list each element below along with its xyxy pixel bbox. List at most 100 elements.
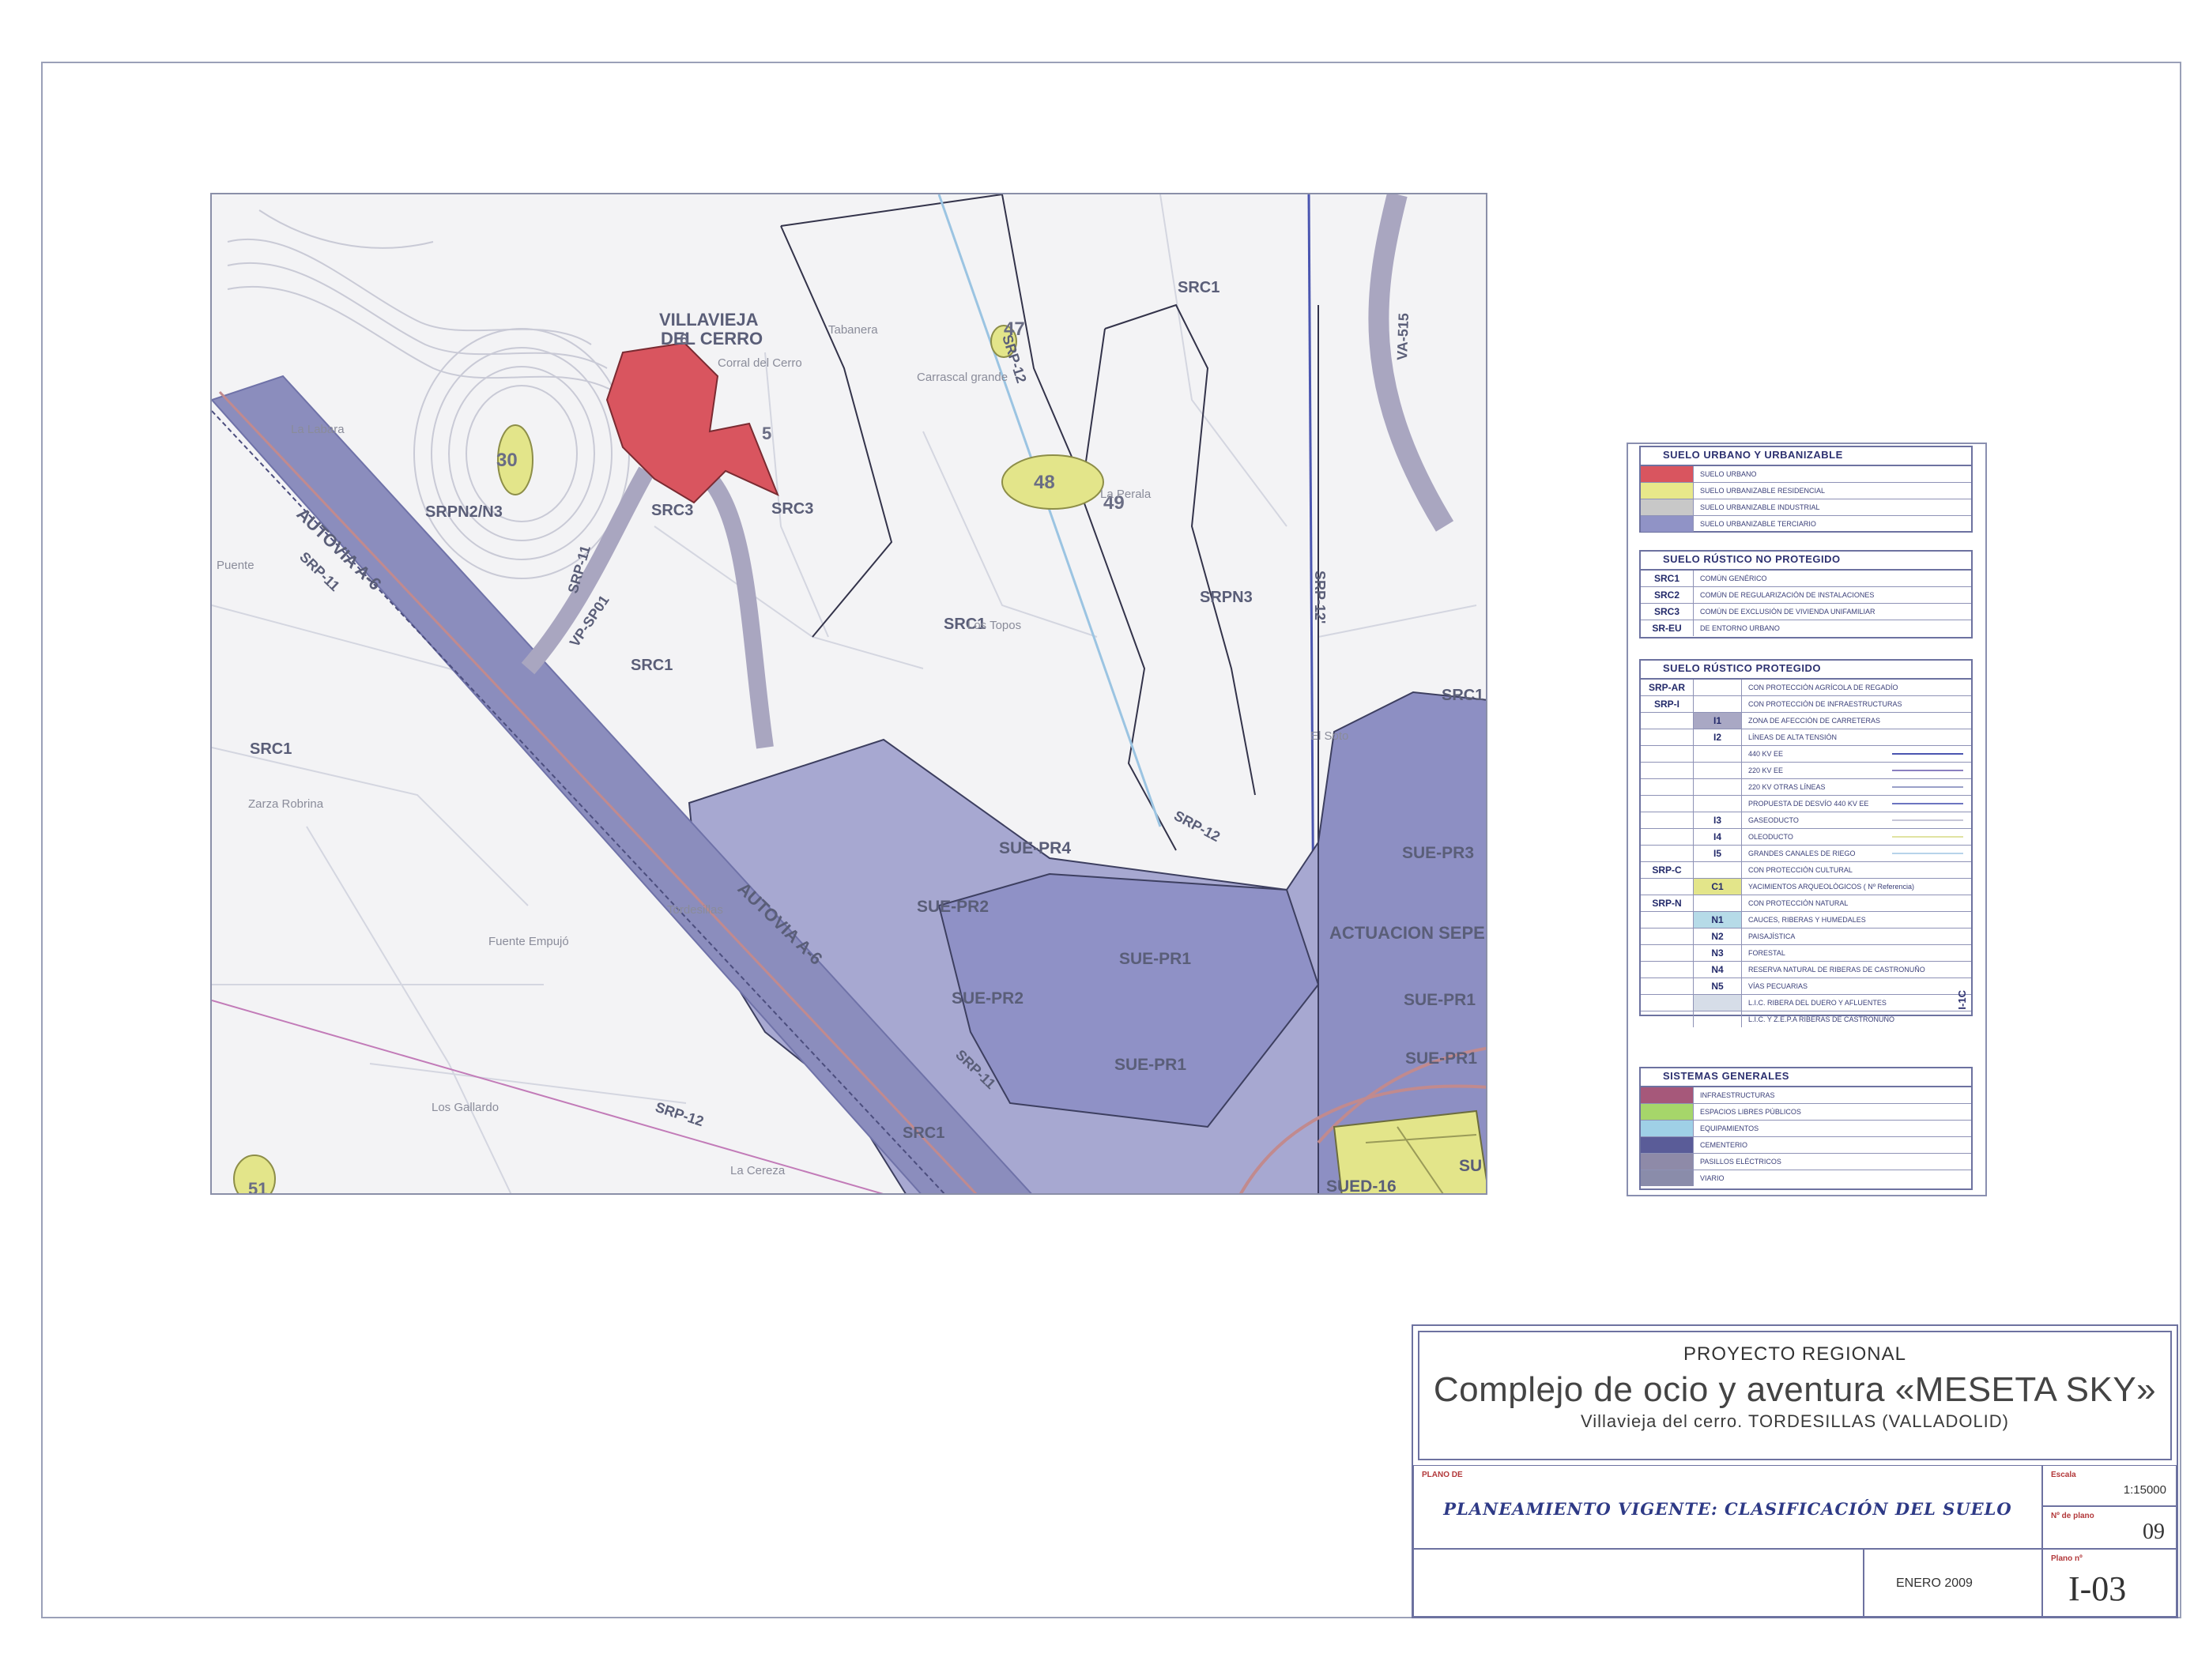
legend-subcode xyxy=(1694,1011,1742,1027)
legend-line-sample xyxy=(1892,803,1963,804)
legend-row: N4 RESERVA NATURAL DE RIBERAS DE CASTRONU… xyxy=(1641,962,1971,978)
legend-sistemas-title: SISTEMAS GENERALES xyxy=(1641,1068,1971,1087)
label-srpn3: SRPN3 xyxy=(1200,589,1253,606)
legend-subcode: I3 xyxy=(1694,812,1742,828)
legend-line-sample xyxy=(1892,770,1963,771)
legend-line-sample xyxy=(1892,836,1963,838)
label-sue-pr1-b: SUE-PR1 xyxy=(1114,1056,1186,1074)
legend-no-protegido-title: SUELO RÚSTICO NO PROTEGIDO xyxy=(1641,552,1971,571)
legend-row: SRP-C CON PROTECCIÓN CULTURAL xyxy=(1641,862,1971,879)
legend-text: DE ENTORNO URBANO xyxy=(1700,624,1780,632)
map-legend: SUELO URBANO Y URBANIZABLE SUELO URBANO S… xyxy=(1627,443,1987,1196)
legend-subcode: N1 xyxy=(1694,912,1742,928)
legend-row: N3 FORESTAL xyxy=(1641,945,1971,962)
legend-row: SUELO URBANIZABLE INDUSTRIAL xyxy=(1641,499,1971,516)
label-src1-b: SRC1 xyxy=(631,657,673,674)
legend-row: L.I.C. RIBERA DEL DUERO Y AFLUENTES xyxy=(1641,995,1971,1011)
legend-code xyxy=(1641,929,1694,944)
legend-swatch xyxy=(1641,499,1694,515)
legend-row: VIARIO xyxy=(1641,1170,1971,1186)
label-actuacion: ACTUACION SEPE xyxy=(1329,923,1485,943)
legend-line-sample xyxy=(1892,786,1963,788)
legend-code: SRC2 xyxy=(1641,587,1694,603)
label-src1-f: SRC1 xyxy=(1442,687,1483,704)
label-sue-pr1-d: SUE-PR1 xyxy=(1405,1049,1477,1068)
legend-row: SRP-AR CON PROTECCIÓN AGRÍCOLA DE REGADÍO xyxy=(1641,680,1971,696)
legend-text: 440 KV EE xyxy=(1748,750,1784,758)
toponym-elsoto: El Soto xyxy=(1310,729,1348,743)
legend-code xyxy=(1641,812,1694,828)
legend-text: COMÚN DE EXCLUSIÓN DE VIVIENDA UNIFAMILI… xyxy=(1700,608,1875,616)
legend-row: SUELO URBANO xyxy=(1641,466,1971,483)
blank-cell xyxy=(1413,1549,1864,1617)
legend-code: SR-EU xyxy=(1641,620,1694,636)
legend-row: I4 OLEODUCTO xyxy=(1641,829,1971,846)
label-src1-a: SRC1 xyxy=(1178,279,1220,296)
legend-text: OLEODUCTO xyxy=(1748,833,1793,841)
legend-code: SRP-C xyxy=(1641,862,1694,878)
legend-code xyxy=(1641,962,1694,977)
legend-swatch xyxy=(1641,1170,1694,1186)
legend-code xyxy=(1641,846,1694,861)
legend-swatch xyxy=(1641,1121,1694,1136)
legend-code: SRP-I xyxy=(1641,696,1694,712)
legend-subcode xyxy=(1694,680,1742,695)
legend-code xyxy=(1641,796,1694,812)
legend-swatch xyxy=(1641,1137,1694,1153)
legend-text: GRANDES CANALES DE RIEGO xyxy=(1748,849,1856,857)
legend-urbano-title: SUELO URBANO Y URBANIZABLE xyxy=(1641,447,1971,466)
toponym-labarra: La Labara xyxy=(291,423,345,436)
legend-code xyxy=(1641,713,1694,729)
project-kicker: PROYECTO REGIONAL xyxy=(1683,1343,1906,1365)
label-51: 51 xyxy=(248,1179,267,1195)
legend-row: N1 CAUCES, RIBERAS Y HUMEDALES xyxy=(1641,912,1971,929)
legend-subcode xyxy=(1694,779,1742,795)
legend-sistemas: SISTEMAS GENERALES INFRAESTRUCTURAS ESPAC… xyxy=(1639,1067,1973,1190)
escala-cell: Escala 1:15000 xyxy=(2042,1465,2177,1506)
legend-text: CON PROTECCIÓN NATURAL xyxy=(1748,899,1849,907)
legend-text: VIARIO xyxy=(1700,1174,1725,1182)
legend-code xyxy=(1641,829,1694,845)
toponym-puente: Puente xyxy=(217,559,254,572)
legend-row: N2 PAISAJÍSTICA xyxy=(1641,929,1971,945)
label-src1-d: SRC1 xyxy=(250,740,292,758)
legend-text: CON PROTECCIÓN DE INFRAESTRUCTURAS xyxy=(1748,700,1902,708)
toponym-tabanera: Tabanera xyxy=(828,323,878,337)
map-canvas[interactable]: VILLAVIEJA DEL CERRO SRPN2/N3 SRPN3 SRC1… xyxy=(210,193,1487,1195)
legend-subcode xyxy=(1694,796,1742,812)
legend-swatch xyxy=(1641,1154,1694,1170)
legend-row: PROPUESTA DE DESVÍO 440 KV EE xyxy=(1641,796,1971,812)
legend-text: YACIMIENTOS ARQUEOLÓGICOS ( Nº Referenci… xyxy=(1748,883,1915,891)
label-sue-pr1-c: SUE-PR1 xyxy=(1404,991,1476,1009)
legend-swatch xyxy=(1641,516,1694,532)
legend-row: PASILLOS ELÉCTRICOS xyxy=(1641,1154,1971,1170)
legend-subcode xyxy=(1694,763,1742,778)
legend-swatch xyxy=(1641,1087,1694,1103)
label-sue-pr1-a: SUE-PR1 xyxy=(1119,950,1191,968)
legend-text: CON PROTECCIÓN AGRÍCOLA DE REGADÍO xyxy=(1748,684,1898,691)
project-location: Villavieja del cerro. TORDESILLAS (VALLA… xyxy=(1580,1411,2010,1431)
label-src1-e: SRC1 xyxy=(903,1124,944,1142)
toponym-zarza: Zarza Robrina xyxy=(248,797,324,811)
legend-text: GASEODUCTO xyxy=(1748,816,1799,824)
label-srpn2n3: SRPN2/N3 xyxy=(425,503,503,521)
plano-label: PLANO DE xyxy=(1422,1471,1463,1479)
legend-text: PROPUESTA DE DESVÍO 440 KV EE xyxy=(1748,800,1869,808)
label-va515: VA-515 xyxy=(1394,313,1412,360)
legend-row: INFRAESTRUCTURAS xyxy=(1641,1087,1971,1104)
escala-label: Escala xyxy=(2051,1471,2076,1479)
label-30: 30 xyxy=(496,450,518,471)
legend-code: SRP-AR xyxy=(1641,680,1694,695)
toponym-gallardo: Los Gallardo xyxy=(432,1101,499,1114)
legend-text: SUELO URBANIZABLE TERCIARIO xyxy=(1700,520,1816,528)
legend-row: SRC2 COMÚN DE REGULARIZACIÓN DE INSTALACI… xyxy=(1641,587,1971,604)
legend-code xyxy=(1641,945,1694,961)
legend-row: 440 KV EE xyxy=(1641,746,1971,763)
fecha-cell: ENERO 2009 xyxy=(1864,1549,2042,1617)
legend-subcode: I1 xyxy=(1694,713,1742,729)
toponym-fuente: Fuente Empujó xyxy=(488,935,569,948)
legend-subcode xyxy=(1694,862,1742,878)
legend-line-sample xyxy=(1892,819,1963,821)
toponym-lostopos: Los Topos xyxy=(967,619,1021,632)
legend-subcode: N5 xyxy=(1694,978,1742,994)
